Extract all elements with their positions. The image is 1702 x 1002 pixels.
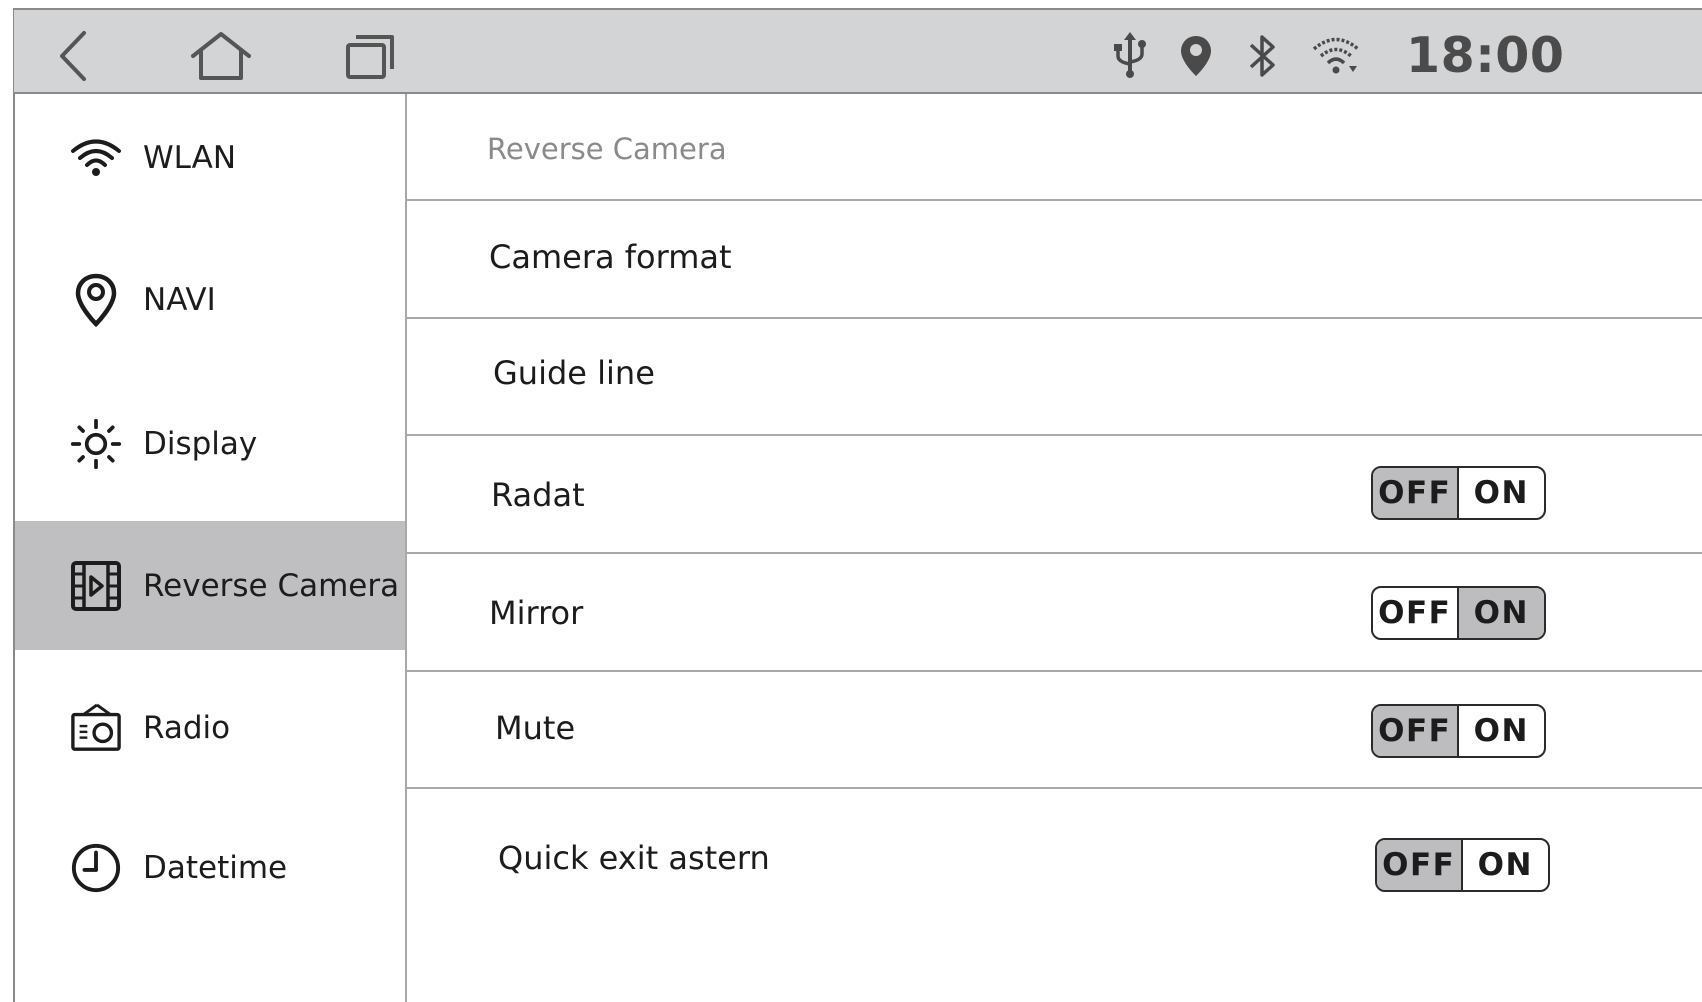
toggle-on-option[interactable]: ON: [1458, 588, 1544, 638]
page-title: Reverse Camera: [487, 132, 727, 166]
usb-icon: [1114, 32, 1146, 78]
sidebar-item-label: WLAN: [143, 140, 237, 176]
home-icon: [191, 32, 251, 80]
mute-toggle[interactable]: OFF ON: [1371, 704, 1546, 758]
divider: [407, 434, 1702, 436]
quick-exit-astern-label: Quick exit astern: [498, 839, 770, 877]
camera-format-item[interactable]: Camera format: [489, 238, 732, 276]
sidebar-item-label: Radio: [143, 710, 231, 746]
sidebar-item-reverse-camera[interactable]: Reverse Camera: [15, 521, 405, 650]
toggle-off-option[interactable]: OFF: [1377, 840, 1463, 890]
radio-icon: [70, 700, 122, 756]
quick-exit-astern-toggle[interactable]: OFF ON: [1375, 838, 1550, 892]
camera-film-icon: [70, 558, 122, 614]
sidebar-item-navi[interactable]: NAVI: [15, 224, 405, 376]
status-bar: 18:00: [14, 8, 1702, 94]
location-status: [1176, 30, 1216, 82]
recents-icon: [346, 35, 394, 79]
toggle-on-option[interactable]: ON: [1463, 840, 1549, 890]
back-icon: [60, 31, 86, 81]
toggle-off-option[interactable]: OFF: [1373, 706, 1459, 756]
radat-label: Radat: [491, 476, 585, 514]
bluetooth-status: [1242, 30, 1282, 82]
mute-label: Mute: [495, 709, 576, 747]
mirror-label: Mirror: [489, 594, 584, 632]
usb-status: [1108, 30, 1152, 82]
sidebar-item-wlan[interactable]: WLAN: [15, 94, 405, 222]
wifi-status: [1310, 30, 1362, 82]
settings-sidebar: WLAN NAVI Display Reverse Camera Radio D…: [15, 94, 405, 1002]
bluetooth-icon: [1249, 35, 1275, 77]
mirror-toggle[interactable]: OFF ON: [1371, 586, 1546, 640]
wifi-icon: [1312, 37, 1360, 74]
sidebar-item-label: Datetime: [143, 850, 288, 886]
map-pin-icon: [70, 272, 122, 328]
location-pin-icon: [1181, 36, 1211, 76]
sidebar-item-datetime[interactable]: Datetime: [15, 798, 405, 938]
toggle-on-option[interactable]: ON: [1459, 468, 1545, 518]
status-clock: 18:00: [1406, 27, 1565, 84]
divider: [407, 552, 1702, 554]
radat-toggle[interactable]: OFF ON: [1371, 466, 1546, 520]
sidebar-item-label: Reverse Camera: [143, 567, 400, 604]
clock-icon: [70, 840, 122, 896]
recents-button[interactable]: [340, 28, 400, 84]
home-button[interactable]: [186, 28, 256, 84]
guide-line-item[interactable]: Guide line: [493, 354, 655, 392]
divider: [407, 670, 1702, 672]
device-screen: 18:00 WLAN NAVI Display Reverse Camera R…: [0, 0, 1702, 1002]
toggle-off-option[interactable]: OFF: [1373, 588, 1459, 638]
divider: [407, 787, 1702, 789]
toggle-off-option[interactable]: OFF: [1373, 468, 1459, 518]
sidebar-item-display[interactable]: Display: [15, 374, 405, 514]
sidebar-item-label: NAVI: [143, 282, 216, 318]
brightness-icon: [70, 416, 122, 472]
back-button[interactable]: [44, 28, 104, 84]
sidebar-item-radio[interactable]: Radio: [15, 660, 405, 796]
toggle-on-option[interactable]: ON: [1459, 706, 1545, 756]
wifi-icon: [70, 130, 122, 186]
sidebar-item-label: Display: [143, 426, 258, 462]
divider: [407, 317, 1702, 319]
divider: [407, 199, 1702, 201]
